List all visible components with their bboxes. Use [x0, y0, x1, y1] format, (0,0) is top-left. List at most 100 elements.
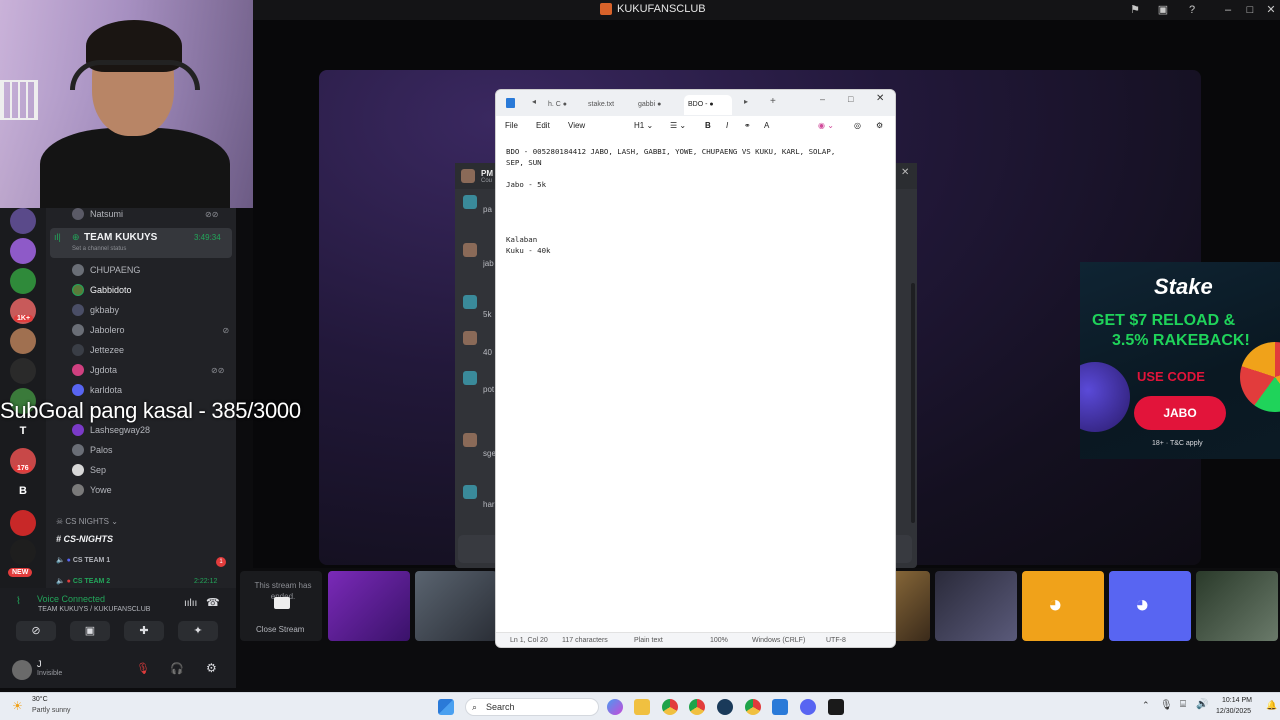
chrome-icon[interactable] [745, 699, 761, 715]
notification-bell-icon[interactable]: 🔔 [1266, 700, 1277, 711]
voice-member[interactable]: Gabbidoto [72, 284, 132, 296]
network-icon[interactable]: ⌸ [1180, 699, 1186, 710]
voice-channel-cs-team-2[interactable]: 🔈 ● CS TEAM 2 [56, 577, 110, 585]
weather-desc[interactable]: Partly sunny [32, 707, 71, 714]
tab-stake[interactable]: stake.txt [584, 95, 618, 115]
server-icon[interactable] [10, 238, 36, 264]
help-icon[interactable]: ? [1185, 3, 1199, 17]
list-icon[interactable]: ☰ ⌄ [670, 121, 686, 130]
stream-tile[interactable] [935, 571, 1017, 641]
new-tab-icon[interactable]: + [770, 96, 776, 107]
server-icon[interactable] [10, 268, 36, 294]
tab-scroll-left-icon[interactable]: ◂ [532, 97, 536, 106]
server-icon[interactable] [10, 539, 36, 565]
chevron-up-icon[interactable]: ⌃ [1142, 700, 1150, 711]
voice-channel-cs-team-1[interactable]: 🔈 ● CS TEAM 1 [56, 556, 110, 564]
camera-off-icon[interactable]: ⊘ [16, 621, 56, 641]
ended-stream-tile[interactable]: This stream has ended. Close Stream [240, 571, 322, 641]
taskbar-search[interactable]: ⌕ Search [465, 698, 599, 716]
voice-member[interactable]: gkbaby [72, 304, 119, 316]
voice-member[interactable]: CHUPAENG [72, 264, 140, 276]
minimize-icon[interactable]: – [820, 94, 825, 104]
discord-icon[interactable] [800, 699, 816, 715]
clock-date[interactable]: 12/30/2025 [1216, 708, 1251, 715]
voice-member[interactable]: Palos [72, 444, 113, 456]
stream-tile[interactable] [328, 571, 410, 641]
menu-view[interactable]: View [568, 121, 585, 130]
close-icon[interactable]: ✕ [1264, 3, 1278, 17]
server-icon[interactable] [10, 328, 36, 354]
activities-icon[interactable]: ✚ [124, 621, 164, 641]
tab-bdo[interactable]: BDO - ● [684, 95, 732, 115]
maximize-icon[interactable]: □ [1243, 3, 1257, 17]
text-format[interactable]: Plain text [634, 637, 663, 644]
copilot-icon[interactable] [607, 699, 623, 715]
file-explorer-icon[interactable] [634, 699, 650, 715]
server-icon[interactable] [10, 510, 36, 536]
chrome-icon[interactable] [689, 699, 705, 715]
server-icon-b[interactable]: B [10, 478, 36, 504]
weather-temp[interactable]: 30°C [32, 696, 48, 703]
voice-member[interactable]: Jabolero ⊘ [72, 324, 229, 336]
ad-code-button[interactable]: JABO [1134, 396, 1226, 430]
voice-member[interactable]: Natsumi ⊘⊘ [72, 208, 218, 220]
voice-location[interactable]: TEAM KUKUYS / KUKUFANSCLUB [38, 606, 150, 613]
voice-member[interactable]: Yowe [72, 484, 112, 496]
tab-h[interactable]: h. C ● [544, 95, 571, 115]
chrome-icon[interactable] [662, 699, 678, 715]
heading-dropdown[interactable]: H1 ⌄ [634, 121, 653, 130]
minimize-icon[interactable]: – [1221, 3, 1235, 17]
line-ending[interactable]: Windows (CRLF) [752, 637, 805, 644]
link-icon[interactable]: ⚭ [744, 121, 751, 130]
notepad-text-area[interactable]: BDO - 005280184412 JABO, LASH, GABBI, YO… [506, 146, 886, 256]
voice-member[interactable]: Sep [72, 464, 106, 476]
voice-member[interactable]: Jgdota ⊘⊘ [72, 364, 224, 376]
avatar[interactable] [12, 660, 32, 680]
maximize-icon[interactable]: □ [848, 94, 853, 104]
encoding[interactable]: UTF-8 [826, 637, 846, 644]
close-stream-button[interactable]: Close Stream [256, 625, 304, 634]
noise-suppression-icon[interactable]: ıılıı [184, 598, 197, 609]
mic-icon[interactable]: 🎙 [1160, 700, 1173, 711]
account-icon[interactable]: ◎ [854, 121, 861, 130]
flag-icon[interactable]: ⚑ [1128, 3, 1142, 17]
stream-tile[interactable] [415, 571, 497, 641]
voice-member[interactable]: Jettezee [72, 344, 124, 356]
server-icon[interactable] [10, 358, 36, 384]
settings-gear-icon[interactable]: ⚙ [876, 121, 883, 130]
bold-icon[interactable]: B [705, 121, 711, 130]
stream-tile[interactable] [1196, 571, 1278, 641]
channel-status[interactable]: Set a channel status [72, 246, 126, 252]
app-icon[interactable] [828, 699, 844, 715]
voice-channel-team-kukuys[interactable]: ıl| ⊕ TEAM KUKUYS 3:49:34 Set a channel … [50, 228, 232, 258]
inbox-icon[interactable]: ▣ [1156, 3, 1170, 17]
menu-file[interactable]: File [505, 121, 518, 130]
tab-scroll-right-icon[interactable]: ▸ [744, 97, 748, 106]
category-cs-nights[interactable]: ☠ CS NIGHTS ⌄ [56, 517, 118, 526]
menu-edit[interactable]: Edit [536, 121, 550, 130]
discord-tile[interactable]: ◕ [1109, 571, 1191, 641]
copilot-icon[interactable]: ◉ ⌄ [818, 121, 834, 130]
clock-time[interactable]: 10:14 PM [1222, 697, 1252, 704]
soundboard-icon[interactable]: ✦ [178, 621, 218, 641]
clear-format-icon[interactable]: A [764, 121, 769, 130]
new-badge[interactable]: NEW [8, 568, 33, 577]
chat-close-icon[interactable]: ✕ [901, 167, 909, 178]
chat-scrollbar[interactable] [911, 283, 915, 523]
steam-icon[interactable] [717, 699, 733, 715]
zoom-level[interactable]: 100% [710, 637, 728, 644]
text-channel-cs-nights[interactable]: # CS-NIGHTS [56, 534, 113, 544]
discord-tile[interactable]: ◕ [1022, 571, 1104, 641]
voice-member[interactable]: Lashsegway28 [72, 424, 150, 436]
settings-gear-icon[interactable]: ⚙ [206, 661, 217, 675]
server-icon[interactable] [10, 208, 36, 234]
mic-muted-icon[interactable]: 🎙 [136, 662, 150, 675]
headset-icon[interactable]: 🎧 [170, 662, 184, 675]
screen-share-icon[interactable]: ▣ [70, 621, 110, 641]
windows-start-icon[interactable] [438, 699, 454, 715]
signal-icon[interactable]: ⌇ [16, 596, 21, 607]
voice-member[interactable]: karldota [72, 384, 122, 396]
volume-icon[interactable]: 🔊 [1196, 699, 1208, 710]
tab-gabbi[interactable]: gabbi ● [634, 95, 665, 115]
disconnect-icon[interactable]: ☎ [206, 596, 220, 609]
